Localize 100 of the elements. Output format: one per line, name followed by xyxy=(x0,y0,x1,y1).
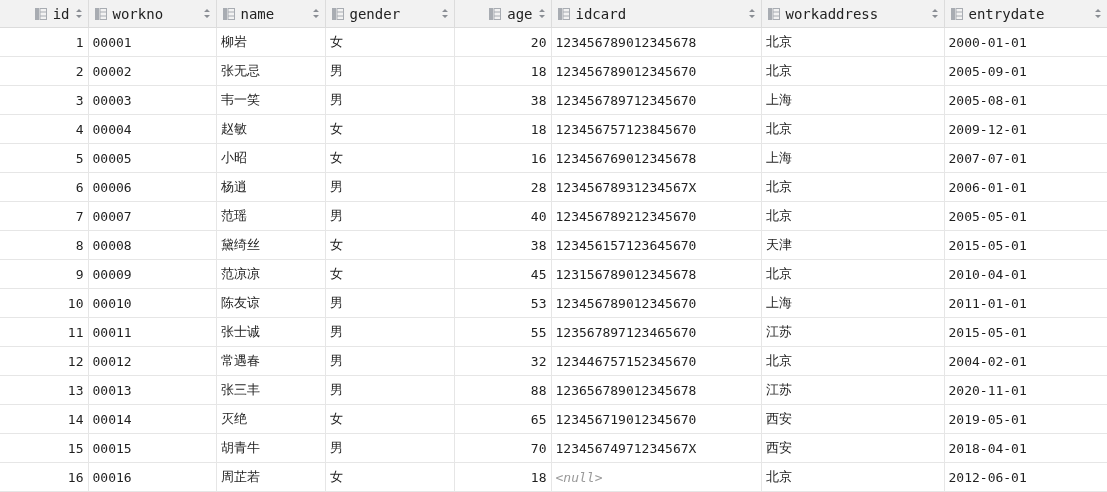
table-cell: 00015 xyxy=(88,433,216,463)
column-header[interactable]: gender xyxy=(325,0,454,28)
column-header[interactable]: entrydate xyxy=(944,0,1107,28)
column-header[interactable]: workaddress xyxy=(761,0,944,28)
table-cell: 14 xyxy=(0,404,88,434)
table-cell: 45 xyxy=(454,259,551,289)
table-cell: 00007 xyxy=(88,201,216,231)
table-cell: 123567897123465670 xyxy=(551,317,761,347)
table-cell: 陈友谅 xyxy=(216,288,325,318)
table-cell: 江苏 xyxy=(761,375,944,405)
table-cell: 北京 xyxy=(761,56,944,86)
table-cell: 70 xyxy=(454,433,551,463)
sort-icon[interactable] xyxy=(203,9,210,18)
table-cell: 男 xyxy=(325,56,454,86)
table-cell: 女 xyxy=(325,404,454,434)
table-cell: 范瑶 xyxy=(216,201,325,231)
table-cell: 天津 xyxy=(761,230,944,260)
table-cell: 女 xyxy=(325,143,454,173)
table-cell: 4 xyxy=(0,114,88,144)
table-cell: 5 xyxy=(0,143,88,173)
table-cell: 女 xyxy=(325,259,454,289)
table-cell: 北京 xyxy=(761,172,944,202)
table-cell: 38 xyxy=(454,230,551,260)
table-cell: 男 xyxy=(325,317,454,347)
table-cell: 常遇春 xyxy=(216,346,325,376)
table-cell: 10 xyxy=(0,288,88,318)
column-header[interactable]: name xyxy=(216,0,325,28)
table-cell: 韦一笑 xyxy=(216,85,325,115)
table-cell: 123456719012345670 xyxy=(551,404,761,434)
table-cell: 范凉凉 xyxy=(216,259,325,289)
table-cell: 北京 xyxy=(761,114,944,144)
column-header[interactable]: workno xyxy=(88,0,216,28)
table-column-icon xyxy=(950,7,963,20)
table-column-icon xyxy=(557,7,570,20)
table-cell: 00014 xyxy=(88,404,216,434)
table-cell: 123656789012345678 xyxy=(551,375,761,405)
table-cell: 00010 xyxy=(88,288,216,318)
table-cell: 32 xyxy=(454,346,551,376)
table-cell: 1 xyxy=(0,27,88,57)
table-cell: 7 xyxy=(0,201,88,231)
table-cell: 18 xyxy=(454,114,551,144)
sort-icon[interactable] xyxy=(538,9,545,18)
table-column-icon xyxy=(767,7,780,20)
table-cell: 123456789712345670 xyxy=(551,85,761,115)
table-cell: 男 xyxy=(325,288,454,318)
table-cell: 123456789012345670 xyxy=(551,288,761,318)
table-cell: 江苏 xyxy=(761,317,944,347)
table-cell: 15 xyxy=(0,433,88,463)
table-cell: 123456757123845670 xyxy=(551,114,761,144)
table-cell: 00013 xyxy=(88,375,216,405)
table-cell: 赵敏 xyxy=(216,114,325,144)
table-cell: 柳岩 xyxy=(216,27,325,57)
table-cell: 18 xyxy=(454,462,551,492)
table-cell: 上海 xyxy=(761,143,944,173)
table-cell: 北京 xyxy=(761,259,944,289)
table-cell: 上海 xyxy=(761,288,944,318)
table-cell: 男 xyxy=(325,201,454,231)
table-cell: 16 xyxy=(454,143,551,173)
table-cell: 女 xyxy=(325,27,454,57)
table-cell: 女 xyxy=(325,114,454,144)
table-cell: 女 xyxy=(325,462,454,492)
sort-icon[interactable] xyxy=(441,9,448,18)
sort-icon[interactable] xyxy=(312,9,319,18)
table-cell: 123446757152345670 xyxy=(551,346,761,376)
table-cell: 53 xyxy=(454,288,551,318)
sort-icon[interactable] xyxy=(1094,9,1101,18)
table-cell: 北京 xyxy=(761,346,944,376)
table-cell: 00002 xyxy=(88,56,216,86)
table-cell: 8 xyxy=(0,230,88,260)
table-column-icon xyxy=(222,7,235,20)
table-cell: 38 xyxy=(454,85,551,115)
table-cell: 00012 xyxy=(88,346,216,376)
table-column-icon xyxy=(489,7,502,20)
sort-icon[interactable] xyxy=(748,9,755,18)
sort-icon[interactable] xyxy=(931,9,938,18)
table-cell: 胡青牛 xyxy=(216,433,325,463)
table-cell: 女 xyxy=(325,230,454,260)
table-cell: 00005 xyxy=(88,143,216,173)
table-cell: 123456157123645670 xyxy=(551,230,761,260)
column-header[interactable]: idcard xyxy=(551,0,761,28)
table-cell: 28 xyxy=(454,172,551,202)
table-cell: 12345678931234567X xyxy=(551,172,761,202)
column-header[interactable]: id xyxy=(0,0,88,28)
table-cell: 张无忌 xyxy=(216,56,325,86)
table-cell: 黛绮丝 xyxy=(216,230,325,260)
table-cell: 65 xyxy=(454,404,551,434)
sort-icon[interactable] xyxy=(75,9,82,18)
table-cell: 男 xyxy=(325,375,454,405)
table-cell: 男 xyxy=(325,172,454,202)
table-cell: 18 xyxy=(454,56,551,86)
table-cell: 13 xyxy=(0,375,88,405)
table-column-icon xyxy=(94,7,107,20)
table-cell: 88 xyxy=(454,375,551,405)
table-cell: 00004 xyxy=(88,114,216,144)
table-column-icon xyxy=(331,7,344,20)
table-cell: 12345674971234567X xyxy=(551,433,761,463)
table-cell: 00011 xyxy=(88,317,216,347)
column-header[interactable]: age xyxy=(454,0,551,28)
table-cell: 00016 xyxy=(88,462,216,492)
table-cell: 123456789212345670 xyxy=(551,201,761,231)
